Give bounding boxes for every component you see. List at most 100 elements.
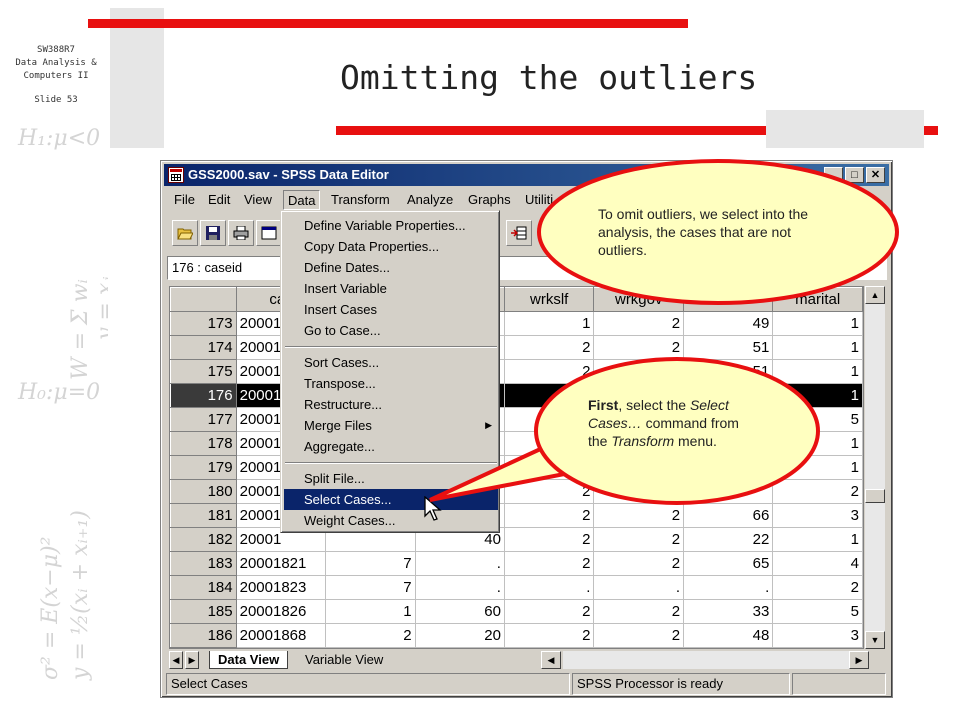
table-cell-wrkgov[interactable]: 2 — [593, 503, 685, 528]
table-cell-wrkslf[interactable] — [504, 407, 595, 432]
row-number[interactable]: 174 — [170, 335, 237, 360]
table-cell-c2[interactable]: 7 — [325, 551, 416, 576]
table-cell-caseid[interactable]: 20001821 — [236, 551, 327, 576]
table-cell-wrkslf[interactable]: . — [504, 575, 595, 600]
table-cell-c6[interactable]: 65 — [683, 551, 774, 576]
menu-item-aggregate[interactable]: Aggregate... — [284, 436, 498, 457]
table-cell-c6[interactable]: 48 — [683, 623, 774, 648]
hscroll-right-button[interactable]: ▶ — [849, 651, 869, 669]
table-cell-wrkgov[interactable]: 2 — [593, 527, 685, 552]
table-cell-wrkgov[interactable]: 2 — [593, 599, 685, 624]
row-number[interactable]: 179 — [170, 455, 237, 480]
menu-item-sort-cases[interactable]: Sort Cases... — [284, 352, 498, 373]
menu-view[interactable]: View — [240, 190, 276, 210]
dialog-recall-button[interactable] — [256, 220, 282, 246]
menu-item-go-to-case[interactable]: Go to Case... — [284, 320, 498, 341]
table-cell-wrkgov[interactable] — [593, 359, 685, 384]
table-cell-c6[interactable]: 51 — [683, 335, 774, 360]
table-row[interactable]: 174 20001 2 2 51 1 — [170, 335, 863, 360]
table-cell-wrkslf[interactable] — [504, 431, 595, 456]
table-cell-wrkgov[interactable]: . — [593, 575, 685, 600]
table-cell-wrkslf[interactable]: 1 — [504, 311, 595, 336]
table-row[interactable]: 175 20001 2 51 1 — [170, 359, 863, 384]
column-header-wrkgov[interactable]: wrkgov — [593, 287, 685, 312]
row-number[interactable]: 173 — [170, 311, 237, 336]
table-cell-wrkslf[interactable]: 2 — [504, 359, 595, 384]
table-cell-wrkslf[interactable]: 2 — [504, 623, 595, 648]
menu-item-insert-variable[interactable]: Insert Variable — [284, 278, 498, 299]
table-cell-marital[interactable]: 1 — [772, 431, 863, 456]
save-button[interactable] — [200, 220, 226, 246]
table-row[interactable]: 179 20001 1 — [170, 455, 863, 480]
table-cell-wrkslf[interactable]: 2 — [504, 503, 595, 528]
table-cell-c2[interactable]: 7 — [325, 575, 416, 600]
row-number[interactable]: 185 — [170, 599, 237, 624]
scroll-down-button[interactable]: ▼ — [865, 631, 885, 649]
tab-variable-view[interactable]: Variable View — [297, 651, 392, 669]
row-number[interactable]: 176 — [170, 383, 237, 408]
table-cell-marital[interactable]: 4 — [772, 551, 863, 576]
table-cell-marital[interactable]: 2 — [772, 479, 863, 504]
table-cell-wrkslf[interactable]: 2 — [504, 551, 595, 576]
table-cell-c6[interactable]: 51 — [683, 359, 774, 384]
row-number[interactable]: 186 — [170, 623, 237, 648]
menu-item-copy-data-properties[interactable]: Copy Data Properties... — [284, 236, 498, 257]
table-cell-wrkslf[interactable] — [504, 455, 595, 480]
menu-item-weight-cases[interactable]: Weight Cases... — [284, 510, 498, 531]
table-cell-wrkgov[interactable] — [593, 479, 685, 504]
table-cell-c3[interactable]: . — [415, 575, 505, 600]
menu-item-insert-cases[interactable]: Insert Cases — [284, 299, 498, 320]
table-cell-wrkslf[interactable]: 2 — [504, 599, 595, 624]
scroll-up-button[interactable]: ▲ — [865, 286, 885, 304]
table-row[interactable]: 180 20001 2 2 — [170, 479, 863, 504]
row-number[interactable]: 177 — [170, 407, 237, 432]
menu-file[interactable]: File — [170, 190, 199, 210]
tab-first-button[interactable]: ◀ — [169, 651, 183, 669]
table-row[interactable]: 177 20001 5 — [170, 407, 863, 432]
table-cell-marital[interactable]: 1 — [772, 383, 863, 408]
table-row[interactable]: 173 20001 1 2 49 1 — [170, 311, 863, 336]
menu-item-split-file[interactable]: Split File... — [284, 468, 498, 489]
table-cell-c6[interactable]: 33 — [683, 599, 774, 624]
row-number[interactable]: 182 — [170, 527, 237, 552]
table-cell-marital[interactable]: 5 — [772, 599, 863, 624]
scroll-thumb[interactable] — [865, 489, 885, 503]
table-cell-caseid[interactable]: 20001826 — [236, 599, 327, 624]
table-cell-c6[interactable] — [683, 479, 774, 504]
table-cell-wrkgov[interactable]: 2 — [593, 311, 685, 336]
table-cell-c6[interactable] — [683, 455, 774, 480]
menu-item-restructure[interactable]: Restructure... — [284, 394, 498, 415]
print-button[interactable] — [228, 220, 254, 246]
table-cell-c6[interactable]: . — [683, 575, 774, 600]
table-cell-marital[interactable]: 2 — [772, 575, 863, 600]
table-row[interactable]: 182 20001 40 2 2 22 1 — [170, 527, 863, 552]
window-titlebar[interactable]: GSS2000.sav - SPSS Data Editor _ □ ✕ — [164, 164, 889, 186]
data-grid[interactable]: cas wrkslf wrkgov marital 17320001124911… — [169, 286, 864, 649]
table-cell-caseid[interactable]: 20001868 — [236, 623, 327, 648]
tab-data-view[interactable]: Data View — [209, 651, 289, 669]
table-cell-marital[interactable]: 1 — [772, 335, 863, 360]
table-cell-wrkgov[interactable]: 2 — [593, 551, 685, 576]
table-cell-c2[interactable]: 1 — [325, 599, 416, 624]
table-row[interactable]: 183 20001821 7. 2 2 65 4 — [170, 551, 863, 576]
minimize-button[interactable]: _ — [824, 167, 843, 183]
table-cell-marital[interactable]: 5 — [772, 407, 863, 432]
table-cell-wrkslf[interactable]: 2 — [504, 335, 595, 360]
row-number[interactable]: 181 — [170, 503, 237, 528]
table-cell-marital[interactable]: 3 — [772, 623, 863, 648]
menu-item-merge-files[interactable]: Merge Files ▶ — [284, 415, 498, 436]
table-cell-marital[interactable]: 1 — [772, 359, 863, 384]
table-cell-marital[interactable]: 1 — [772, 455, 863, 480]
table-cell-caseid[interactable]: 20001823 — [236, 575, 327, 600]
row-number[interactable]: 178 — [170, 431, 237, 456]
menu-item-define-variable-properties[interactable]: Define Variable Properties... — [284, 215, 498, 236]
maximize-button[interactable]: □ — [845, 167, 864, 183]
row-number[interactable]: 175 — [170, 359, 237, 384]
row-number[interactable]: 183 — [170, 551, 237, 576]
menu-edit[interactable]: Edit — [204, 190, 234, 210]
horizontal-scroll-track[interactable] — [563, 651, 849, 669]
column-header-marital[interactable]: marital — [772, 287, 863, 312]
menu-item-define-dates[interactable]: Define Dates... — [284, 257, 498, 278]
table-cell-marital[interactable]: 1 — [772, 527, 863, 552]
row-number[interactable]: 180 — [170, 479, 237, 504]
